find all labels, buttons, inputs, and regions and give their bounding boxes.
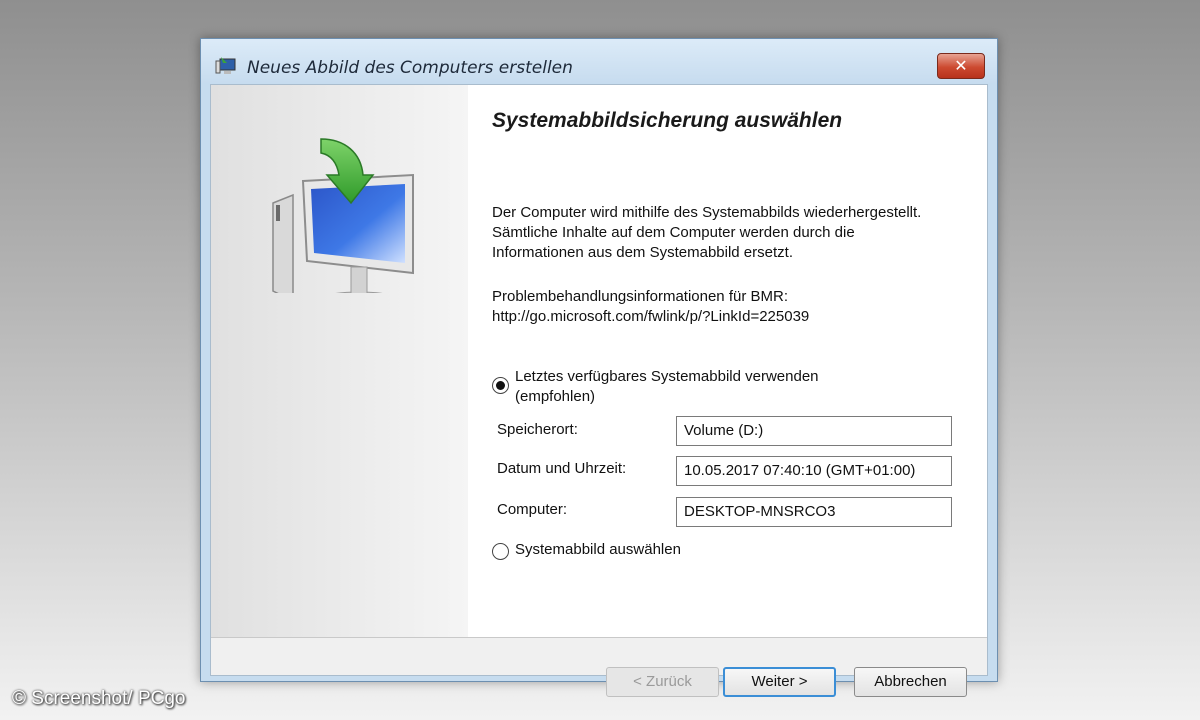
backup-computer-icon: [215, 55, 237, 77]
page-title: Systemabbildsicherung auswählen: [492, 109, 843, 132]
dialog-client-area: Systemabbildsicherung auswählen Der Comp…: [210, 84, 988, 697]
datetime-field: 10.05.2017 07:40:10 (GMT+01:00): [676, 456, 952, 486]
wizard-content-panel: Systemabbildsicherung auswählen Der Comp…: [468, 85, 987, 637]
datetime-label: Datum und Uhrzeit:: [497, 460, 627, 477]
next-button[interactable]: Weiter >: [723, 667, 836, 697]
copyright-watermark: © Screenshot/ PCgo: [12, 688, 186, 709]
troubleshoot-link[interactable]: http://go.microsoft.com/fwlink/p/?LinkId…: [492, 307, 922, 327]
close-button[interactable]: ✕: [937, 53, 985, 79]
title-bar[interactable]: Neues Abbild des Computers erstellen ✕: [201, 39, 997, 83]
location-field: Volume (D:): [676, 416, 952, 446]
radio-select-image[interactable]: [492, 543, 509, 560]
close-icon: ✕: [954, 56, 968, 75]
computer-restore-arrow-icon: [263, 133, 423, 307]
troubleshoot-label: Problembehandlungsinformationen für BMR:: [492, 288, 788, 305]
computer-field: DESKTOP-MNSRCO3: [676, 497, 952, 527]
radio-latest-image[interactable]: [492, 377, 509, 394]
restore-dialog-window: Neues Abbild des Computers erstellen ✕ S…: [200, 38, 998, 697]
cancel-button[interactable]: Abbrechen: [854, 667, 967, 697]
back-button[interactable]: < Zurück: [606, 667, 719, 697]
option-select-label[interactable]: Systemabbild auswählen: [515, 541, 681, 558]
computer-label: Computer:: [497, 501, 568, 518]
option-latest-label[interactable]: Letztes verfügbares Systemabbild verwend…: [515, 368, 819, 385]
wizard-side-panel: [211, 85, 468, 637]
window-title: Neues Abbild des Computers erstellen: [247, 58, 573, 78]
description-text: Der Computer wird mithilfe des Systemabb…: [492, 204, 922, 261]
location-label: Speicherort:: [497, 421, 578, 438]
footer-divider: [211, 637, 987, 638]
option-latest-sublabel[interactable]: (empfohlen): [515, 388, 595, 405]
